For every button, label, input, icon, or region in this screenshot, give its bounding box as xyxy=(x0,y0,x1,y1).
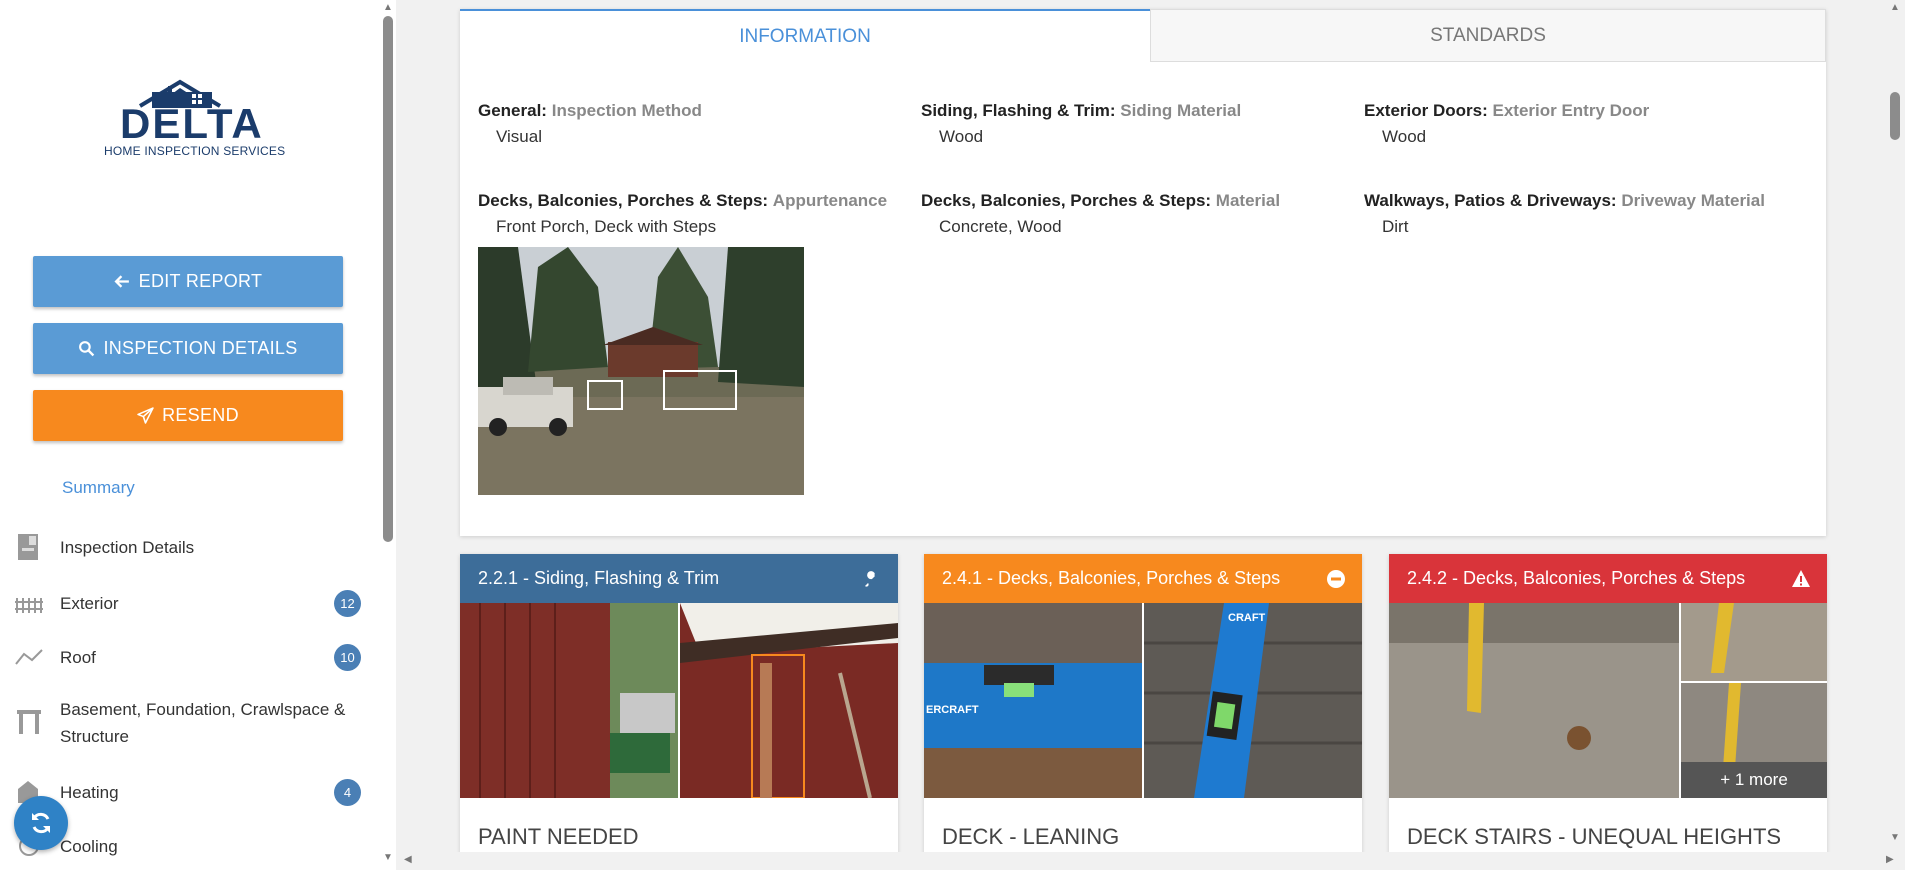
main-content: INFORMATION STANDARDS General: Inspectio… xyxy=(396,0,1885,852)
info-field: General: Inspection Method Visual xyxy=(478,101,702,147)
defect-card[interactable]: 2.4.1 - Decks, Balconies, Porches & Step… xyxy=(924,554,1362,852)
sidebar-scrollbar[interactable]: ▲ ▼ xyxy=(380,0,396,870)
defect-title: DECK - LEANING xyxy=(942,824,1120,849)
foundation-icon xyxy=(17,710,41,734)
sidebar-item-label: Roof xyxy=(60,648,96,667)
warning-icon xyxy=(1792,569,1810,587)
scroll-up-arrow-icon[interactable]: ▲ xyxy=(383,2,393,13)
sidebar-item-label: Exterior xyxy=(60,594,119,613)
refresh-button[interactable] xyxy=(14,796,68,850)
edit-report-label: EDIT REPORT xyxy=(138,271,263,291)
issue-count-badge: 10 xyxy=(334,644,361,671)
field-section: Decks, Balconies, Porches & Steps: xyxy=(478,191,769,210)
more-photos-button[interactable]: + 1 more xyxy=(1681,762,1827,798)
info-field: Siding, Flashing & Trim: Siding Material… xyxy=(921,101,1241,147)
field-value: Concrete, Wood xyxy=(939,217,1062,236)
sidebar-item-label: Cooling xyxy=(60,837,118,856)
field-section: Decks, Balconies, Porches & Steps: xyxy=(921,191,1212,210)
field-name: Material xyxy=(1215,191,1281,210)
field-name: Inspection Method xyxy=(551,101,702,120)
issue-count-badge: 4 xyxy=(334,779,361,806)
edit-report-button[interactable]: EDIT REPORT xyxy=(33,256,343,307)
info-field: Walkways, Patios & Driveways: Driveway M… xyxy=(1364,191,1765,237)
defect-header: 2.4.2 - Decks, Balconies, Porches & Step… xyxy=(1389,554,1827,603)
defect-photos[interactable]: ERCRAFT CRAFT xyxy=(924,603,1362,798)
sidebar-scroll-thumb[interactable] xyxy=(383,16,393,542)
scroll-down-arrow-icon[interactable]: ▼ xyxy=(383,852,393,863)
level-brand-text: ERCRAFT xyxy=(926,704,979,716)
field-value: Wood xyxy=(939,127,984,146)
scroll-up-arrow-icon[interactable]: ▲ xyxy=(1890,2,1900,13)
field-value: Front Porch, Deck with Steps xyxy=(496,217,717,236)
info-field: Decks, Balconies, Porches & Steps: Mater… xyxy=(921,191,1280,237)
defect-card[interactable]: 2.2.1 - Siding, Flashing & Trim PAINT NE… xyxy=(460,554,898,852)
clipboard-icon xyxy=(18,534,38,560)
field-section: Exterior Doors: xyxy=(1364,101,1488,120)
arrow-left-icon xyxy=(114,275,129,288)
sidebar: DELTA HOME INSPECTION SERVICES EDIT REPO… xyxy=(0,0,396,870)
information-card: INFORMATION STANDARDS General: Inspectio… xyxy=(460,9,1826,536)
scroll-down-arrow-icon[interactable]: ▼ xyxy=(1890,832,1900,843)
summary-link[interactable]: Summary xyxy=(62,478,135,498)
minus-circle-icon xyxy=(1327,569,1345,588)
sidebar-item-label: Heating xyxy=(60,783,119,802)
defect-photos[interactable]: + 1 more xyxy=(1389,603,1827,798)
field-section: Walkways, Patios & Driveways: xyxy=(1364,191,1617,210)
sidebar-item-inspection-details[interactable]: Inspection Details xyxy=(0,532,370,562)
paper-plane-icon xyxy=(137,407,154,424)
main-vertical-scrollbar[interactable]: ▲ ▼ xyxy=(1885,0,1905,852)
field-name: Siding Material xyxy=(1120,101,1242,120)
scroll-right-arrow-icon[interactable]: ▶ xyxy=(1886,854,1894,865)
logo-wordmark: DELTA xyxy=(120,100,264,147)
field-name: Appurtenance xyxy=(772,191,888,210)
defect-header-label: 2.4.2 - Decks, Balconies, Porches & Step… xyxy=(1407,568,1746,588)
property-photo[interactable] xyxy=(478,247,804,495)
resend-button[interactable]: RESEND xyxy=(33,390,343,441)
info-field: Exterior Doors: Exterior Entry Door Wood xyxy=(1364,101,1649,147)
main-scroll-thumb[interactable] xyxy=(1890,92,1900,140)
tab-information[interactable]: INFORMATION xyxy=(460,9,1150,62)
defect-header: 2.2.1 - Siding, Flashing & Trim xyxy=(460,554,898,603)
info-field: Decks, Balconies, Porches & Steps: Appur… xyxy=(478,191,887,237)
resend-label: RESEND xyxy=(162,405,239,425)
defect-card[interactable]: 2.4.2 - Decks, Balconies, Porches & Step… xyxy=(1389,554,1827,852)
level-brand-text: CRAFT xyxy=(1228,612,1266,624)
main-horizontal-scrollbar[interactable]: ◀ ▶ xyxy=(396,852,1905,870)
field-section: Siding, Flashing & Trim: xyxy=(921,101,1116,120)
refresh-icon xyxy=(32,812,50,834)
defect-header-label: 2.2.1 - Siding, Flashing & Trim xyxy=(478,568,720,588)
defect-title: PAINT NEEDED xyxy=(478,824,639,849)
sidebar-item-exterior[interactable]: Exterior 12 xyxy=(0,588,370,618)
defect-header-label: 2.4.1 - Decks, Balconies, Porches & Step… xyxy=(942,568,1281,588)
field-section: General: xyxy=(478,101,547,120)
fence-icon xyxy=(15,598,43,613)
defect-photos[interactable] xyxy=(460,603,898,799)
sidebar-item-roof[interactable]: Roof 10 xyxy=(0,642,370,672)
company-logo: DELTA HOME INSPECTION SERVICES xyxy=(100,78,285,162)
inspection-details-button[interactable]: INSPECTION DETAILS xyxy=(33,323,343,374)
logo-subtitle: HOME INSPECTION SERVICES xyxy=(104,144,286,158)
issue-count-badge: 12 xyxy=(334,590,361,617)
sidebar-item-label: Basement, Foundation, Crawlspace & Struc… xyxy=(60,700,346,746)
field-value: Visual xyxy=(496,127,542,146)
tab-standards[interactable]: STANDARDS xyxy=(1150,9,1826,62)
scroll-left-arrow-icon[interactable]: ◀ xyxy=(404,854,412,865)
defect-header: 2.4.1 - Decks, Balconies, Porches & Step… xyxy=(924,554,1362,603)
defect-title: DECK STAIRS - UNEQUAL HEIGHTS xyxy=(1407,824,1782,849)
inspection-details-label: INSPECTION DETAILS xyxy=(103,338,298,358)
sidebar-item-label: Inspection Details xyxy=(60,538,195,557)
wrench-icon xyxy=(865,570,878,587)
roof-icon xyxy=(15,649,43,665)
field-value: Wood xyxy=(1382,127,1427,146)
field-name: Exterior Entry Door xyxy=(1492,101,1650,120)
sidebar-item-basement-foundation[interactable]: Basement, Foundation, Crawlspace & Struc… xyxy=(0,696,370,752)
field-name: Driveway Material xyxy=(1621,191,1765,210)
search-icon xyxy=(79,341,95,357)
field-value: Dirt xyxy=(1382,217,1409,236)
